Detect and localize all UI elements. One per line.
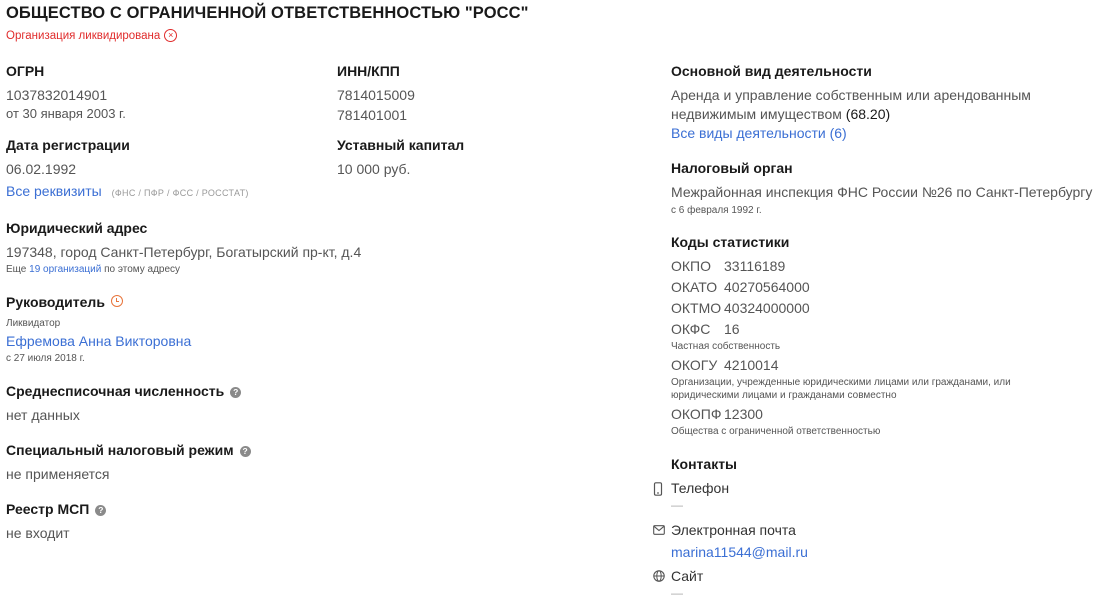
- stat-value: 33116189: [724, 258, 786, 274]
- tax-regime-label: Специальный налоговый режим: [6, 442, 234, 458]
- registration-label: Дата регистрации: [6, 137, 130, 153]
- globe-icon: [653, 570, 665, 582]
- director-label-row: Руководитель: [6, 294, 123, 310]
- stats-label: Коды статистики: [671, 234, 790, 250]
- status-label: Организация ликвидирована: [6, 29, 161, 42]
- stat-value: 16: [724, 321, 740, 337]
- requisites-row: Все реквизиты (ФНС / ПФР / ФСС / РОССТАТ…: [6, 183, 249, 199]
- company-title: ОБЩЕСТВО С ОГРАНИЧЕННОЙ ОТВЕТСТВЕННОСТЬЮ…: [6, 4, 529, 22]
- headcount-label-row: Среднесписочная численность?: [6, 383, 242, 399]
- stat-code: ОКФС: [671, 321, 711, 337]
- stat-value: 4210014: [724, 357, 779, 373]
- address-note-prefix: Еще: [6, 264, 27, 275]
- tax-regime-label-row: Специальный налоговый режим?: [6, 442, 251, 458]
- address-value: 197348, город Санкт-Петербург, Богатырск…: [6, 244, 362, 260]
- question-icon[interactable]: ?: [95, 505, 107, 516]
- stat-value: 40324000000: [724, 300, 810, 316]
- contacts-label: Контакты: [671, 456, 738, 472]
- stat-okato-row: ОКАТО 40270564000: [671, 279, 810, 295]
- headcount-value: нет данных: [6, 407, 80, 423]
- activity-code: (68.20): [845, 106, 891, 122]
- stat-okogu-desc2: юридическими лицами и гражданами совмест…: [671, 390, 897, 401]
- activity-line2-row: недвижимым имуществом (68.20): [671, 106, 890, 122]
- mail-icon: [653, 525, 665, 535]
- inn-value: 7814015009: [337, 87, 415, 103]
- stat-okpo-row: ОКПО 33116189: [671, 258, 785, 274]
- site-label: Сайт: [671, 568, 704, 584]
- stat-okogu-desc1: Организации, учрежденные юридическими ли…: [671, 377, 1011, 388]
- stat-okogu-row: ОКОГУ 4210014: [671, 357, 779, 373]
- clock-icon[interactable]: [110, 295, 123, 307]
- stat-code: ОКОГУ: [671, 357, 718, 373]
- msp-label: Реестр МСП: [6, 501, 90, 517]
- address-label: Юридический адрес: [6, 220, 148, 236]
- tax-authority-label: Налоговый орган: [671, 160, 793, 176]
- director-label: Руководитель: [6, 294, 105, 310]
- headcount-label: Среднесписочная численность: [6, 383, 225, 399]
- tax-authority-since: с 6 февраля 1992 г.: [671, 205, 762, 216]
- stat-code: ОКПО: [671, 258, 711, 274]
- stat-okopf-desc: Общества с ограниченной ответственностью: [671, 426, 881, 437]
- phone-value: —: [671, 498, 683, 512]
- all-requisites-link[interactable]: Все реквизиты: [6, 183, 102, 199]
- requisites-sources: (ФНС / ПФР / ФСС / РОССТАТ): [111, 188, 249, 198]
- all-activities-link[interactable]: Все виды деятельности (6): [671, 125, 847, 141]
- activity-label: Основной вид деятельности: [671, 63, 872, 79]
- question-icon[interactable]: ?: [239, 446, 251, 457]
- email-label: Электронная почта: [671, 522, 796, 538]
- status-badge: Организация ликвидирована ×: [6, 29, 178, 42]
- stat-value: 40270564000: [724, 279, 810, 295]
- phone-label: Телефон: [671, 480, 730, 496]
- stat-code: ОКАТО: [671, 279, 718, 295]
- address-note-suffix: по этому адресу: [104, 264, 181, 275]
- question-icon[interactable]: ?: [230, 387, 242, 398]
- msp-label-row: Реестр МСП?: [6, 501, 107, 517]
- phone-icon: [653, 482, 663, 496]
- close-circle-icon: ×: [164, 29, 178, 42]
- address-note: Еще 19 организаций по этому адресу: [6, 264, 180, 275]
- stat-code: ОКТМО: [671, 300, 722, 316]
- stat-okfs-desc: Частная собственность: [671, 341, 781, 352]
- director-role: Ликвидатор: [6, 318, 61, 329]
- kpp-value: 781401001: [337, 107, 408, 123]
- capital-value: 10 000 руб.: [337, 161, 411, 177]
- site-value: —: [671, 586, 683, 600]
- inn-kpp-label: ИНН/КПП: [337, 63, 400, 79]
- stat-code: ОКОПФ: [671, 406, 722, 422]
- address-orgs-link[interactable]: 19 организаций: [29, 264, 101, 275]
- stat-okopf-row: ОКОПФ 12300: [671, 406, 763, 422]
- ogrn-label: ОГРН: [6, 63, 45, 79]
- ogrn-value: 1037832014901: [6, 87, 108, 103]
- tax-regime-value: не применяется: [6, 466, 110, 482]
- msp-value: не входит: [6, 525, 70, 541]
- director-since: с 27 июля 2018 г.: [6, 353, 85, 364]
- director-name-link[interactable]: Ефремова Анна Викторовна: [6, 333, 191, 349]
- activity-line1: Аренда и управление собственным или арен…: [671, 87, 1031, 103]
- stat-okfs-row: ОКФС 16: [671, 321, 740, 337]
- stat-oktmo-row: ОКТМО 40324000000: [671, 300, 810, 316]
- capital-label: Уставный капитал: [337, 137, 465, 153]
- registration-value: 06.02.1992: [6, 161, 77, 177]
- tax-authority-value: Межрайонная инспекция ФНС России №26 по …: [671, 184, 1093, 200]
- stat-value: 12300: [724, 406, 763, 422]
- ogrn-date: от 30 января 2003 г.: [6, 106, 126, 121]
- activity-line2: недвижимым имуществом: [671, 106, 842, 122]
- email-link[interactable]: marina11544@mail.ru: [671, 544, 808, 560]
